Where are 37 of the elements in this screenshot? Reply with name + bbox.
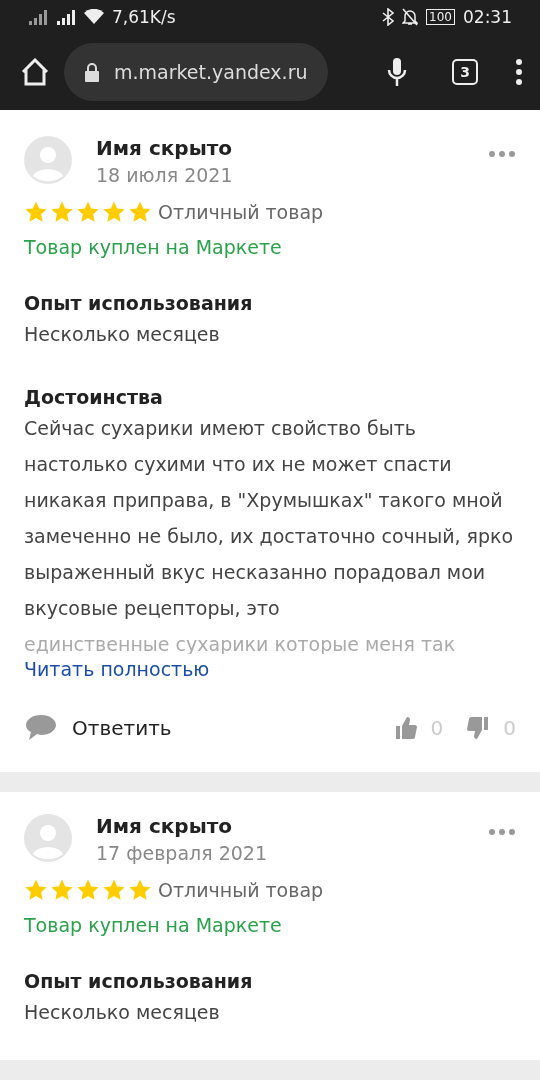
author-name: Имя скрыто: [96, 136, 234, 160]
microphone-icon[interactable]: [386, 56, 408, 87]
address-bar[interactable]: m.market.yandex.ru: [64, 42, 328, 101]
speech-bubble-icon: [24, 714, 58, 742]
home-icon[interactable]: [20, 57, 50, 86]
network-speed: 7,61K/s: [112, 6, 176, 27]
thumbs-down-icon: [467, 716, 490, 740]
signal-icon: [28, 8, 48, 25]
rating-text: Отличный товар: [158, 201, 324, 223]
reply-button[interactable]: Ответить: [24, 714, 172, 742]
purchase-note: Товар куплен на Маркете: [24, 236, 283, 258]
more-icon[interactable]: [488, 828, 516, 836]
review-date: 18 июля 2021: [96, 164, 234, 186]
bluetooth-icon: [382, 7, 395, 26]
read-more-link[interactable]: Читать полностью: [24, 658, 516, 680]
section-title: Достоинства: [24, 386, 164, 408]
section-text: Несколько месяцев: [24, 1000, 221, 1025]
lock-icon: [84, 61, 100, 82]
signal-icon: [56, 8, 76, 25]
section-title: Опыт использования: [24, 292, 254, 314]
avatar-icon: [24, 136, 72, 184]
section-text: Несколько месяцев: [24, 322, 221, 347]
purchase-note: Товар куплен на Маркете: [24, 914, 283, 936]
more-icon[interactable]: [488, 150, 516, 158]
review-date: 17 февраля 2021: [96, 842, 269, 864]
menu-icon[interactable]: [514, 57, 524, 86]
clock: 02:31: [463, 6, 512, 27]
section-title: Опыт использования: [24, 970, 254, 992]
author-name: Имя скрыто: [96, 814, 234, 838]
rating-text: Отличный товар: [158, 879, 324, 901]
thumbs-up-icon: [394, 716, 417, 740]
avatar-icon: [24, 814, 72, 862]
wifi-icon: [84, 8, 104, 25]
battery-level: 100: [426, 8, 455, 25]
section-text: Сейчас сухарики имеют свойство быть настолько сухими что их не может спасти никакая приправа, в "Хрумышках" такого мной замеченно не было, их достаточно сочный, ярко выраженный вкус несказанно порадовал мои вкусовые рецепторы, это: [24, 416, 515, 621]
tabs-counter[interactable]: 3: [452, 58, 478, 85]
bell-off-icon: [402, 7, 419, 26]
